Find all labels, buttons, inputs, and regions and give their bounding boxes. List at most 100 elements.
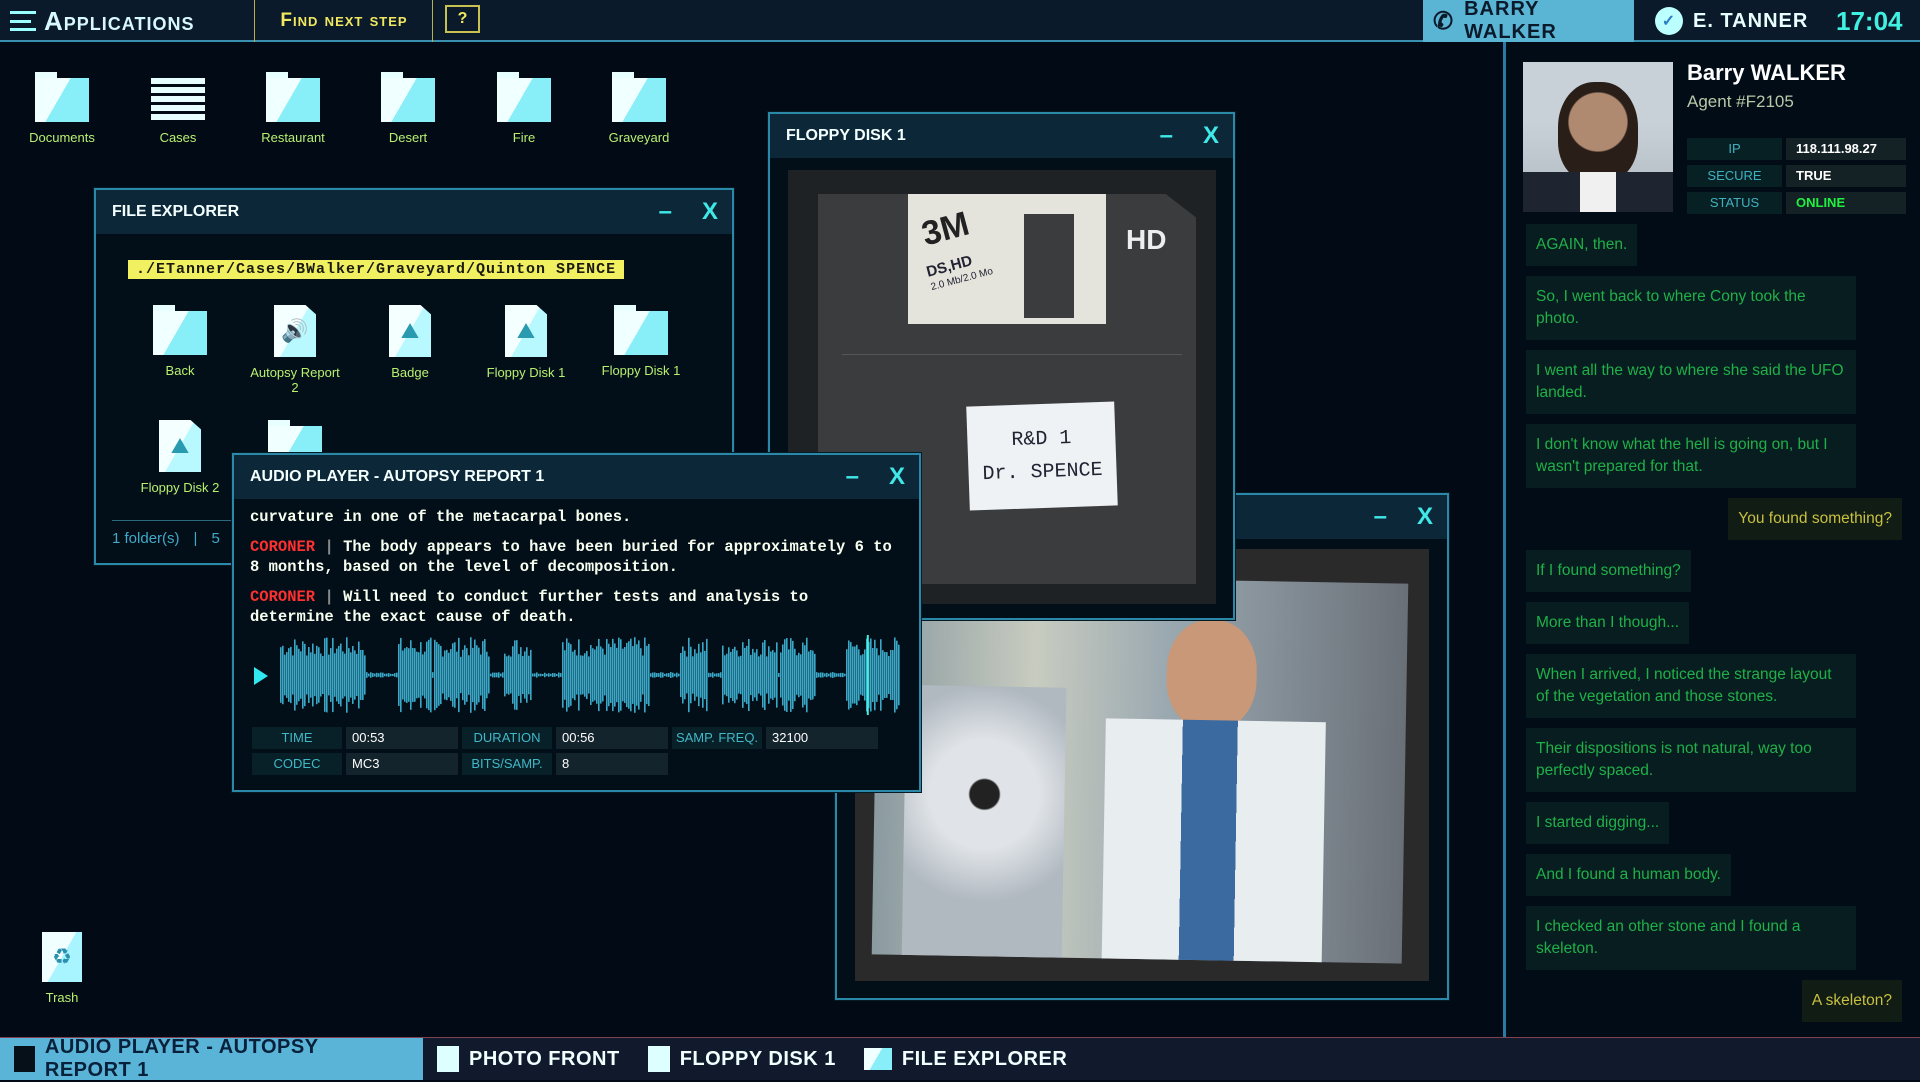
find-next-step-button[interactable]: Find next step (256, 0, 432, 42)
time-label: TIME (252, 727, 342, 749)
file-item-autopsy-report-2[interactable]: 🔊 Autopsy Report 2 (235, 305, 355, 395)
applications-menu[interactable]: Applications (10, 2, 194, 40)
waveform-sample (568, 642, 570, 708)
contact-panel: Barry WALKER Agent #F2105 IP 118.111.98.… (1503, 42, 1920, 1037)
desktop-icon-trash[interactable]: ♻ Trash (2, 932, 122, 1005)
taskbar: AUDIO PLAYER - AUTOPSY REPORT 1 PHOTO FR… (0, 1036, 1920, 1081)
close-button[interactable]: X (1203, 122, 1219, 150)
waveform-sample (602, 648, 604, 702)
waveform-sample (458, 637, 460, 713)
taskbar-item-audio-player[interactable]: AUDIO PLAYER - AUTOPSY REPORT 1 (0, 1036, 423, 1081)
taskbar-item-photo-front[interactable]: PHOTO FRONT (423, 1038, 634, 1080)
waveform-sample (318, 647, 320, 703)
audio-player-window: AUDIO PLAYER - AUTOPSY REPORT 1 – X curva… (232, 453, 921, 792)
waveform-sample (402, 650, 404, 700)
close-button[interactable]: X (702, 198, 718, 226)
close-button[interactable]: X (889, 463, 905, 491)
waveform-sample (476, 645, 478, 705)
waveform-sample (754, 652, 756, 698)
contact-avatar (1523, 62, 1673, 212)
title-bar[interactable]: FILE EXPLORER – X (96, 190, 732, 234)
waveform-sample (512, 646, 514, 704)
waveform-scrubber[interactable] (280, 635, 900, 715)
waveform-sample (812, 650, 814, 700)
waveform-sample (436, 642, 438, 708)
waveform-sample (510, 656, 512, 694)
waveform-sample (608, 643, 610, 707)
playhead[interactable] (866, 635, 869, 715)
waveform-sample (546, 673, 548, 677)
waveform-sample (482, 641, 484, 709)
waveform-sample (508, 655, 510, 695)
waveform-sample (424, 651, 426, 699)
waveform-sample (864, 649, 866, 701)
file-item-badge[interactable]: ⛰ Badge (350, 305, 470, 380)
waveform-sample (778, 673, 780, 677)
waveform-sample (762, 642, 764, 708)
chat-message-received: I started digging... (1526, 802, 1670, 844)
waveform-sample (834, 672, 836, 678)
waveform-sample (710, 673, 712, 677)
chat-message-received: More than I though... (1526, 602, 1690, 644)
desktop-icon-desert[interactable]: Desert (348, 72, 468, 145)
file-item-floppy-disk-1-image[interactable]: ⛰ Floppy Disk 1 (466, 305, 586, 380)
file-item-floppy-disk-1-folder[interactable]: Floppy Disk 1 (581, 305, 701, 378)
waveform-sample (346, 637, 348, 713)
photo-coat (1101, 718, 1326, 963)
desktop-icon-fire[interactable]: Fire (464, 72, 584, 145)
minimize-button[interactable]: – (846, 463, 859, 491)
close-button[interactable]: X (1417, 503, 1433, 531)
image-file-icon (437, 1046, 459, 1072)
desktop-icon-cases[interactable]: Cases (118, 72, 238, 145)
waveform-sample (438, 644, 440, 706)
waveform-sample (858, 649, 860, 701)
folder-count: 1 folder(s) (112, 530, 180, 547)
waveform-sample (722, 645, 724, 705)
help-button[interactable]: ? (445, 5, 480, 33)
taskbar-item-floppy-disk-1[interactable]: FLOPPY DISK 1 (634, 1038, 850, 1080)
taskbar-item-file-explorer[interactable]: FILE EXPLORER (850, 1038, 1081, 1080)
file-item-back[interactable]: Back (120, 305, 240, 378)
minimize-button[interactable]: – (1374, 503, 1387, 531)
contact-info-table: IP 118.111.98.27 SECURE TRUE STATUS ONLI… (1687, 138, 1906, 214)
waveform-sample (632, 646, 634, 704)
waveform-sample (578, 639, 580, 711)
transcript: curvature in one of the metacarpal bones… (250, 507, 900, 637)
transcript-line: CORONER | Will need to conduct further t… (250, 588, 809, 626)
desktop-icon-graveyard[interactable]: Graveyard (579, 72, 699, 145)
waveform-sample (878, 655, 880, 695)
waveform-sample (892, 650, 894, 700)
waveform-sample (550, 673, 552, 677)
call-tab[interactable]: ✆ BARRY WALKER (1423, 0, 1634, 43)
desktop-icon-documents[interactable]: Documents (2, 72, 122, 145)
item-label: Autopsy Report 2 (250, 365, 340, 395)
title-bar[interactable]: AUDIO PLAYER - AUTOPSY REPORT 1 – X (234, 455, 919, 499)
title-bar[interactable]: FLOPPY DISK 1 – X (770, 114, 1233, 158)
minimize-button[interactable]: – (1160, 122, 1173, 150)
waveform-sample (576, 655, 578, 695)
desktop-icon-restaurant[interactable]: Restaurant (233, 72, 353, 145)
transcript-line: CORONER | The body appears to have been … (250, 538, 892, 576)
waveform-sample (700, 652, 702, 698)
waveform-sample (356, 653, 358, 697)
image-file-icon (647, 1046, 670, 1072)
waveform-sample (732, 648, 734, 702)
waveform-sample (810, 649, 812, 701)
waveform-sample (322, 655, 324, 695)
waveform-sample (420, 642, 422, 708)
waveform-sample (422, 654, 424, 696)
minimize-button[interactable]: – (659, 198, 672, 226)
back-folder-icon (153, 305, 207, 355)
waveform-sample (304, 643, 306, 707)
phone-icon: ✆ (1433, 7, 1455, 35)
chat-message-received: So, I went back to where Cony took the p… (1526, 276, 1856, 340)
play-icon[interactable] (254, 667, 268, 685)
waveform-sample (332, 637, 334, 713)
user-tab[interactable]: ✓ E. TANNER (1655, 0, 1808, 42)
waveform-sample (294, 639, 296, 711)
waveform-sample (336, 648, 338, 702)
waveform-sample (862, 654, 864, 696)
top-bar: Applications Find next step ? ✆ BARRY WA… (0, 0, 1920, 43)
waveform-sample (898, 644, 900, 706)
file-item-floppy-disk-2[interactable]: ⛰ Floppy Disk 2 (120, 420, 240, 495)
